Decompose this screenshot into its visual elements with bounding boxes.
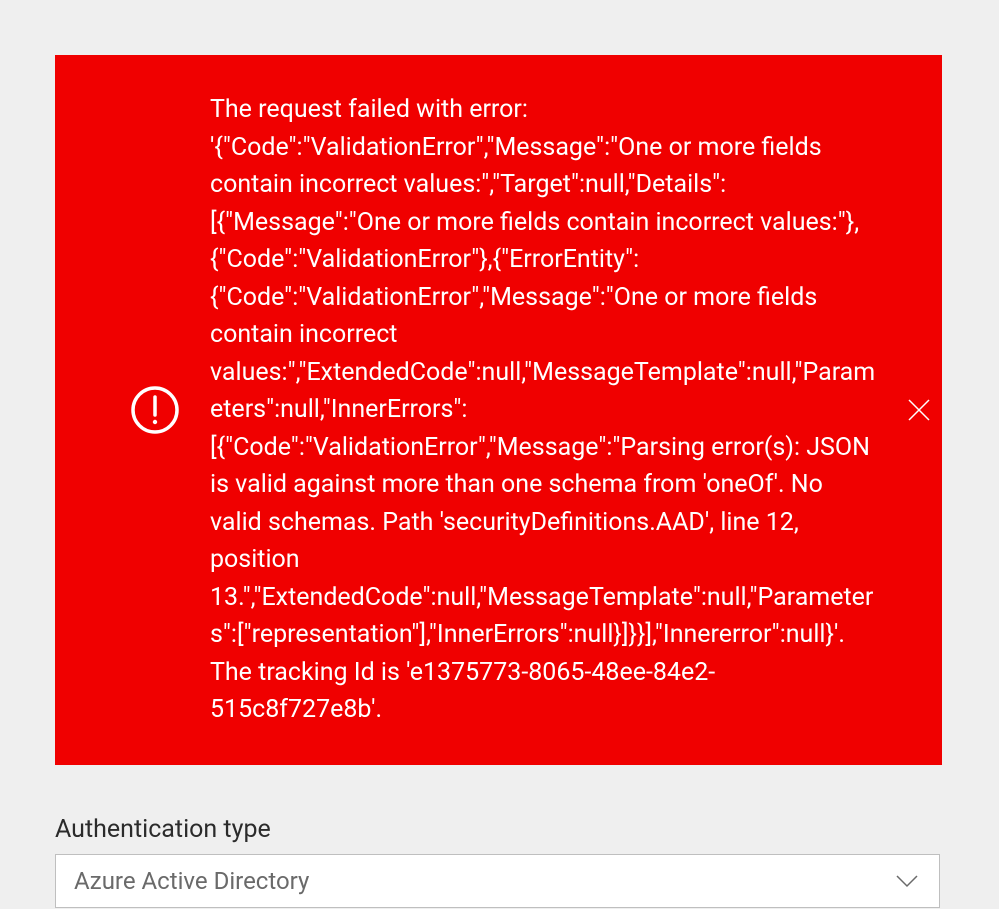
close-button[interactable] (906, 397, 932, 423)
error-banner: The request failed with error: '{"Code":… (55, 55, 942, 765)
authentication-type-label: Authentication type (55, 815, 940, 844)
authentication-type-dropdown[interactable]: Azure Active Directory (55, 854, 940, 908)
authentication-section: Authentication type Azure Active Directo… (55, 815, 940, 908)
error-icon (75, 385, 180, 435)
close-icon (906, 397, 932, 423)
error-message-text: The request failed with error: '{"Code":… (180, 91, 890, 729)
chevron-down-icon (893, 867, 921, 895)
authentication-type-value: Azure Active Directory (74, 867, 309, 895)
